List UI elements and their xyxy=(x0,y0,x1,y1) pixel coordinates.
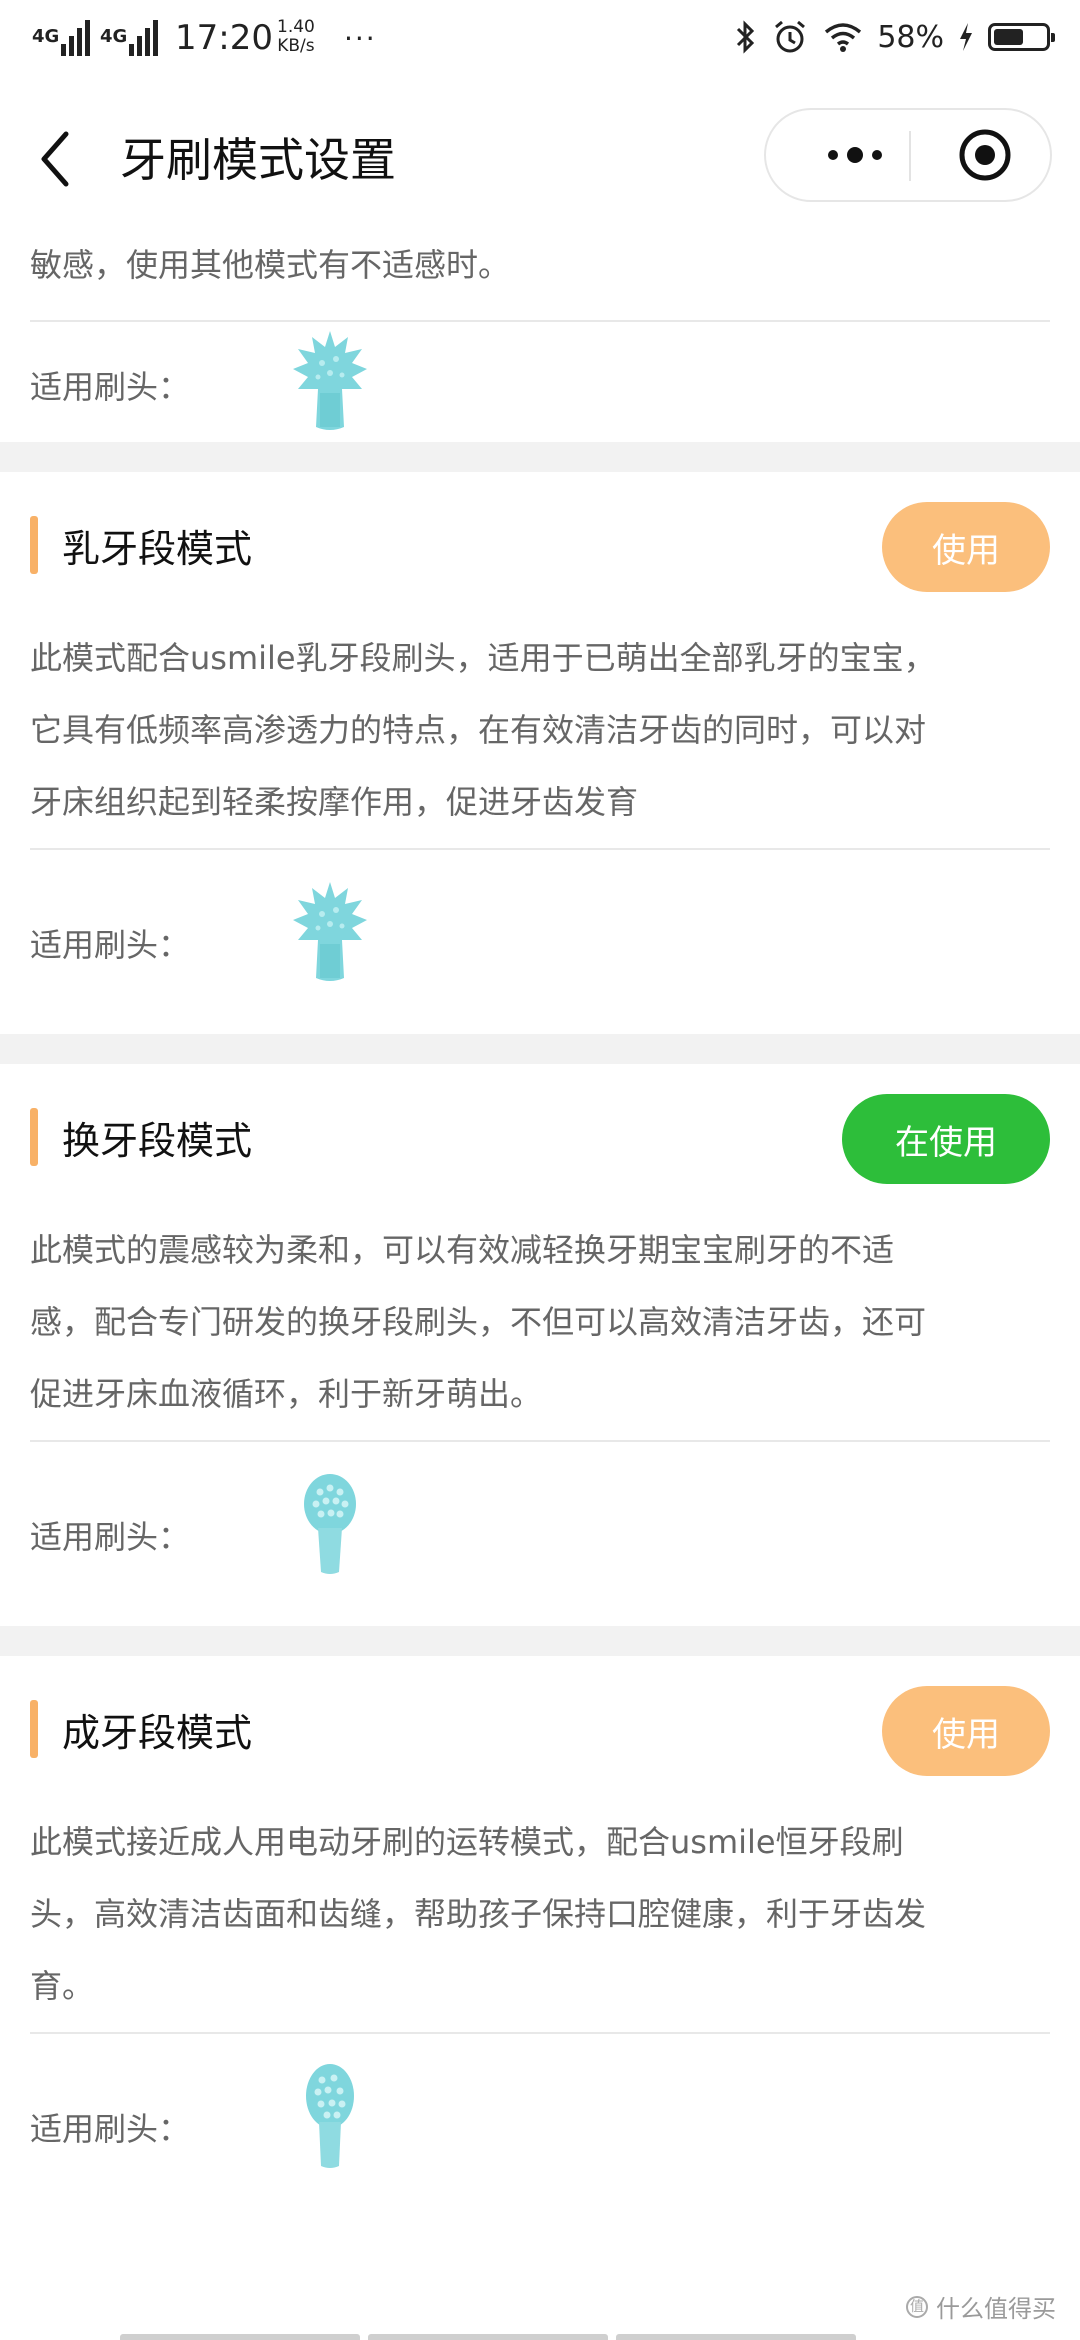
section-gap xyxy=(0,1626,1080,1656)
mode-card-header: 成牙段模式 使用 xyxy=(0,1656,1080,1806)
description-line: 此模式配合usmile乳牙段刷头，适用于已萌出全部乳牙的宝宝， xyxy=(30,639,936,677)
description-line: 促进牙床血液循环，利于新牙萌出。 xyxy=(30,1375,543,1413)
mode-list: 敏感，使用其他模式有不适感时。 适用刷头： 乳牙段模式 使用 此模式配合usmi… xyxy=(0,230,1080,2218)
signal-1: 4G xyxy=(32,20,91,56)
mode-description-tail: 敏感，使用其他模式有不适感时。 xyxy=(30,246,511,284)
mode-card-header: 乳牙段模式 使用 xyxy=(0,472,1080,622)
more-dots-icon[interactable] xyxy=(806,110,904,200)
signal-bars-icon xyxy=(61,20,91,56)
mode-card-header: 换牙段模式 在使用 xyxy=(0,1064,1080,1214)
signal-bars-icon xyxy=(129,20,159,56)
chevron-left-icon[interactable] xyxy=(36,124,96,194)
status-bar: 4G 4G 17:20 1.40 KB/s ··· 58% xyxy=(0,0,1080,84)
battery-fill xyxy=(994,29,1023,45)
accent-bar xyxy=(30,1108,38,1166)
charging-icon xyxy=(960,23,972,51)
signal-2: 4G xyxy=(100,20,159,56)
nav-bar: 牙刷模式设置 xyxy=(0,84,1080,230)
watermark: 值 什么值得买 xyxy=(906,2289,1056,2324)
spiky-brush-head-icon xyxy=(293,882,367,981)
network-speed: 1.40 KB/s xyxy=(277,18,315,56)
section-gap xyxy=(0,442,1080,472)
network-type-1: 4G xyxy=(32,26,60,47)
description-line: 头，高效清洁齿面和齿缝，帮助孩子保持口腔健康，利于牙齿发 xyxy=(30,1895,927,1933)
target-close-icon[interactable] xyxy=(956,126,1014,184)
mini-program-capsule xyxy=(764,108,1052,202)
mode-title: 成牙段模式 xyxy=(62,1711,253,1755)
description-line: 牙床组织起到轻柔按摩作用，促进牙齿发育 xyxy=(30,783,639,821)
round-brush-head-icon xyxy=(306,2064,354,2168)
home-indicator xyxy=(120,2334,856,2340)
status-icons: 58% xyxy=(733,18,1055,56)
heads-row: 适用刷头： xyxy=(0,2034,1080,2218)
bluetooth-icon xyxy=(737,20,755,54)
heads-label: 适用刷头： xyxy=(30,926,191,964)
mode-card-mixed-teeth: 换牙段模式 在使用 此模式的震感较为柔和，可以有效减轻换牙期宝宝刷牙的不适 感，… xyxy=(0,1064,1080,1626)
use-button[interactable]: 使用 xyxy=(882,502,1050,592)
description-line: 此模式接近成人用电动牙刷的运转模式，配合usmile恒牙段刷 xyxy=(30,1823,904,1861)
watermark-text: 什么值得买 xyxy=(936,2295,1056,2323)
watermark-logo-icon: 值 xyxy=(906,2295,928,2318)
mode-card-partial: 敏感，使用其他模式有不适感时。 适用刷头： xyxy=(0,230,1080,442)
spiky-brush-head-icon xyxy=(293,331,367,430)
section-gap xyxy=(0,1034,1080,1064)
mode-title: 换牙段模式 xyxy=(62,1119,253,1163)
heads-label: 适用刷头： xyxy=(30,368,191,406)
more-notifications-icon: ··· xyxy=(344,22,377,55)
page-title: 牙刷模式设置 xyxy=(120,133,396,187)
heads-row: 适用刷头： xyxy=(0,850,1080,1034)
description-line: 感，配合专门研发的换牙段刷头，不但可以高效清洁牙齿，还可 xyxy=(30,1303,927,1341)
clock: 17:20 xyxy=(175,18,273,58)
description-line: 育。 xyxy=(30,1967,95,2005)
battery-percent: 58% xyxy=(877,19,944,55)
capsule-divider xyxy=(909,131,911,181)
round-brush-head-icon xyxy=(304,1474,356,1574)
mode-title: 乳牙段模式 xyxy=(62,527,253,571)
accent-bar xyxy=(30,516,38,574)
network-type-2: 4G xyxy=(100,26,128,47)
accent-bar xyxy=(30,1700,38,1758)
heads-row: 适用刷头： xyxy=(0,1442,1080,1626)
speed-unit: KB/s xyxy=(277,36,315,56)
battery-icon xyxy=(988,23,1055,51)
use-button[interactable]: 使用 xyxy=(882,1686,1050,1776)
wifi-icon xyxy=(825,23,862,52)
description-line: 此模式的震感较为柔和，可以有效减轻换牙期宝宝刷牙的不适 xyxy=(30,1231,895,1269)
mode-description: 此模式配合usmile乳牙段刷头，适用于已萌出全部乳牙的宝宝， 它具有低频率高渗… xyxy=(30,622,1050,838)
heads-row: 适用刷头： xyxy=(0,322,1080,442)
mode-description: 此模式的震感较为柔和，可以有效减轻换牙期宝宝刷牙的不适 感，配合专门研发的换牙段… xyxy=(30,1214,1050,1430)
mode-card-adult-teeth: 成牙段模式 使用 此模式接近成人用电动牙刷的运转模式，配合usmile恒牙段刷 … xyxy=(0,1656,1080,2218)
mode-card-baby-teeth: 乳牙段模式 使用 此模式配合usmile乳牙段刷头，适用于已萌出全部乳牙的宝宝，… xyxy=(0,472,1080,1034)
description-line: 它具有低频率高渗透力的特点，在有效清洁牙齿的同时，可以对 xyxy=(30,711,927,749)
mode-description: 此模式接近成人用电动牙刷的运转模式，配合usmile恒牙段刷 头，高效清洁齿面和… xyxy=(30,1806,1050,2022)
in-use-button[interactable]: 在使用 xyxy=(842,1094,1050,1184)
alarm-icon xyxy=(775,20,806,53)
heads-label: 适用刷头： xyxy=(30,2110,191,2148)
speed-value: 1.40 xyxy=(277,17,315,37)
heads-label: 适用刷头： xyxy=(30,1518,191,1556)
